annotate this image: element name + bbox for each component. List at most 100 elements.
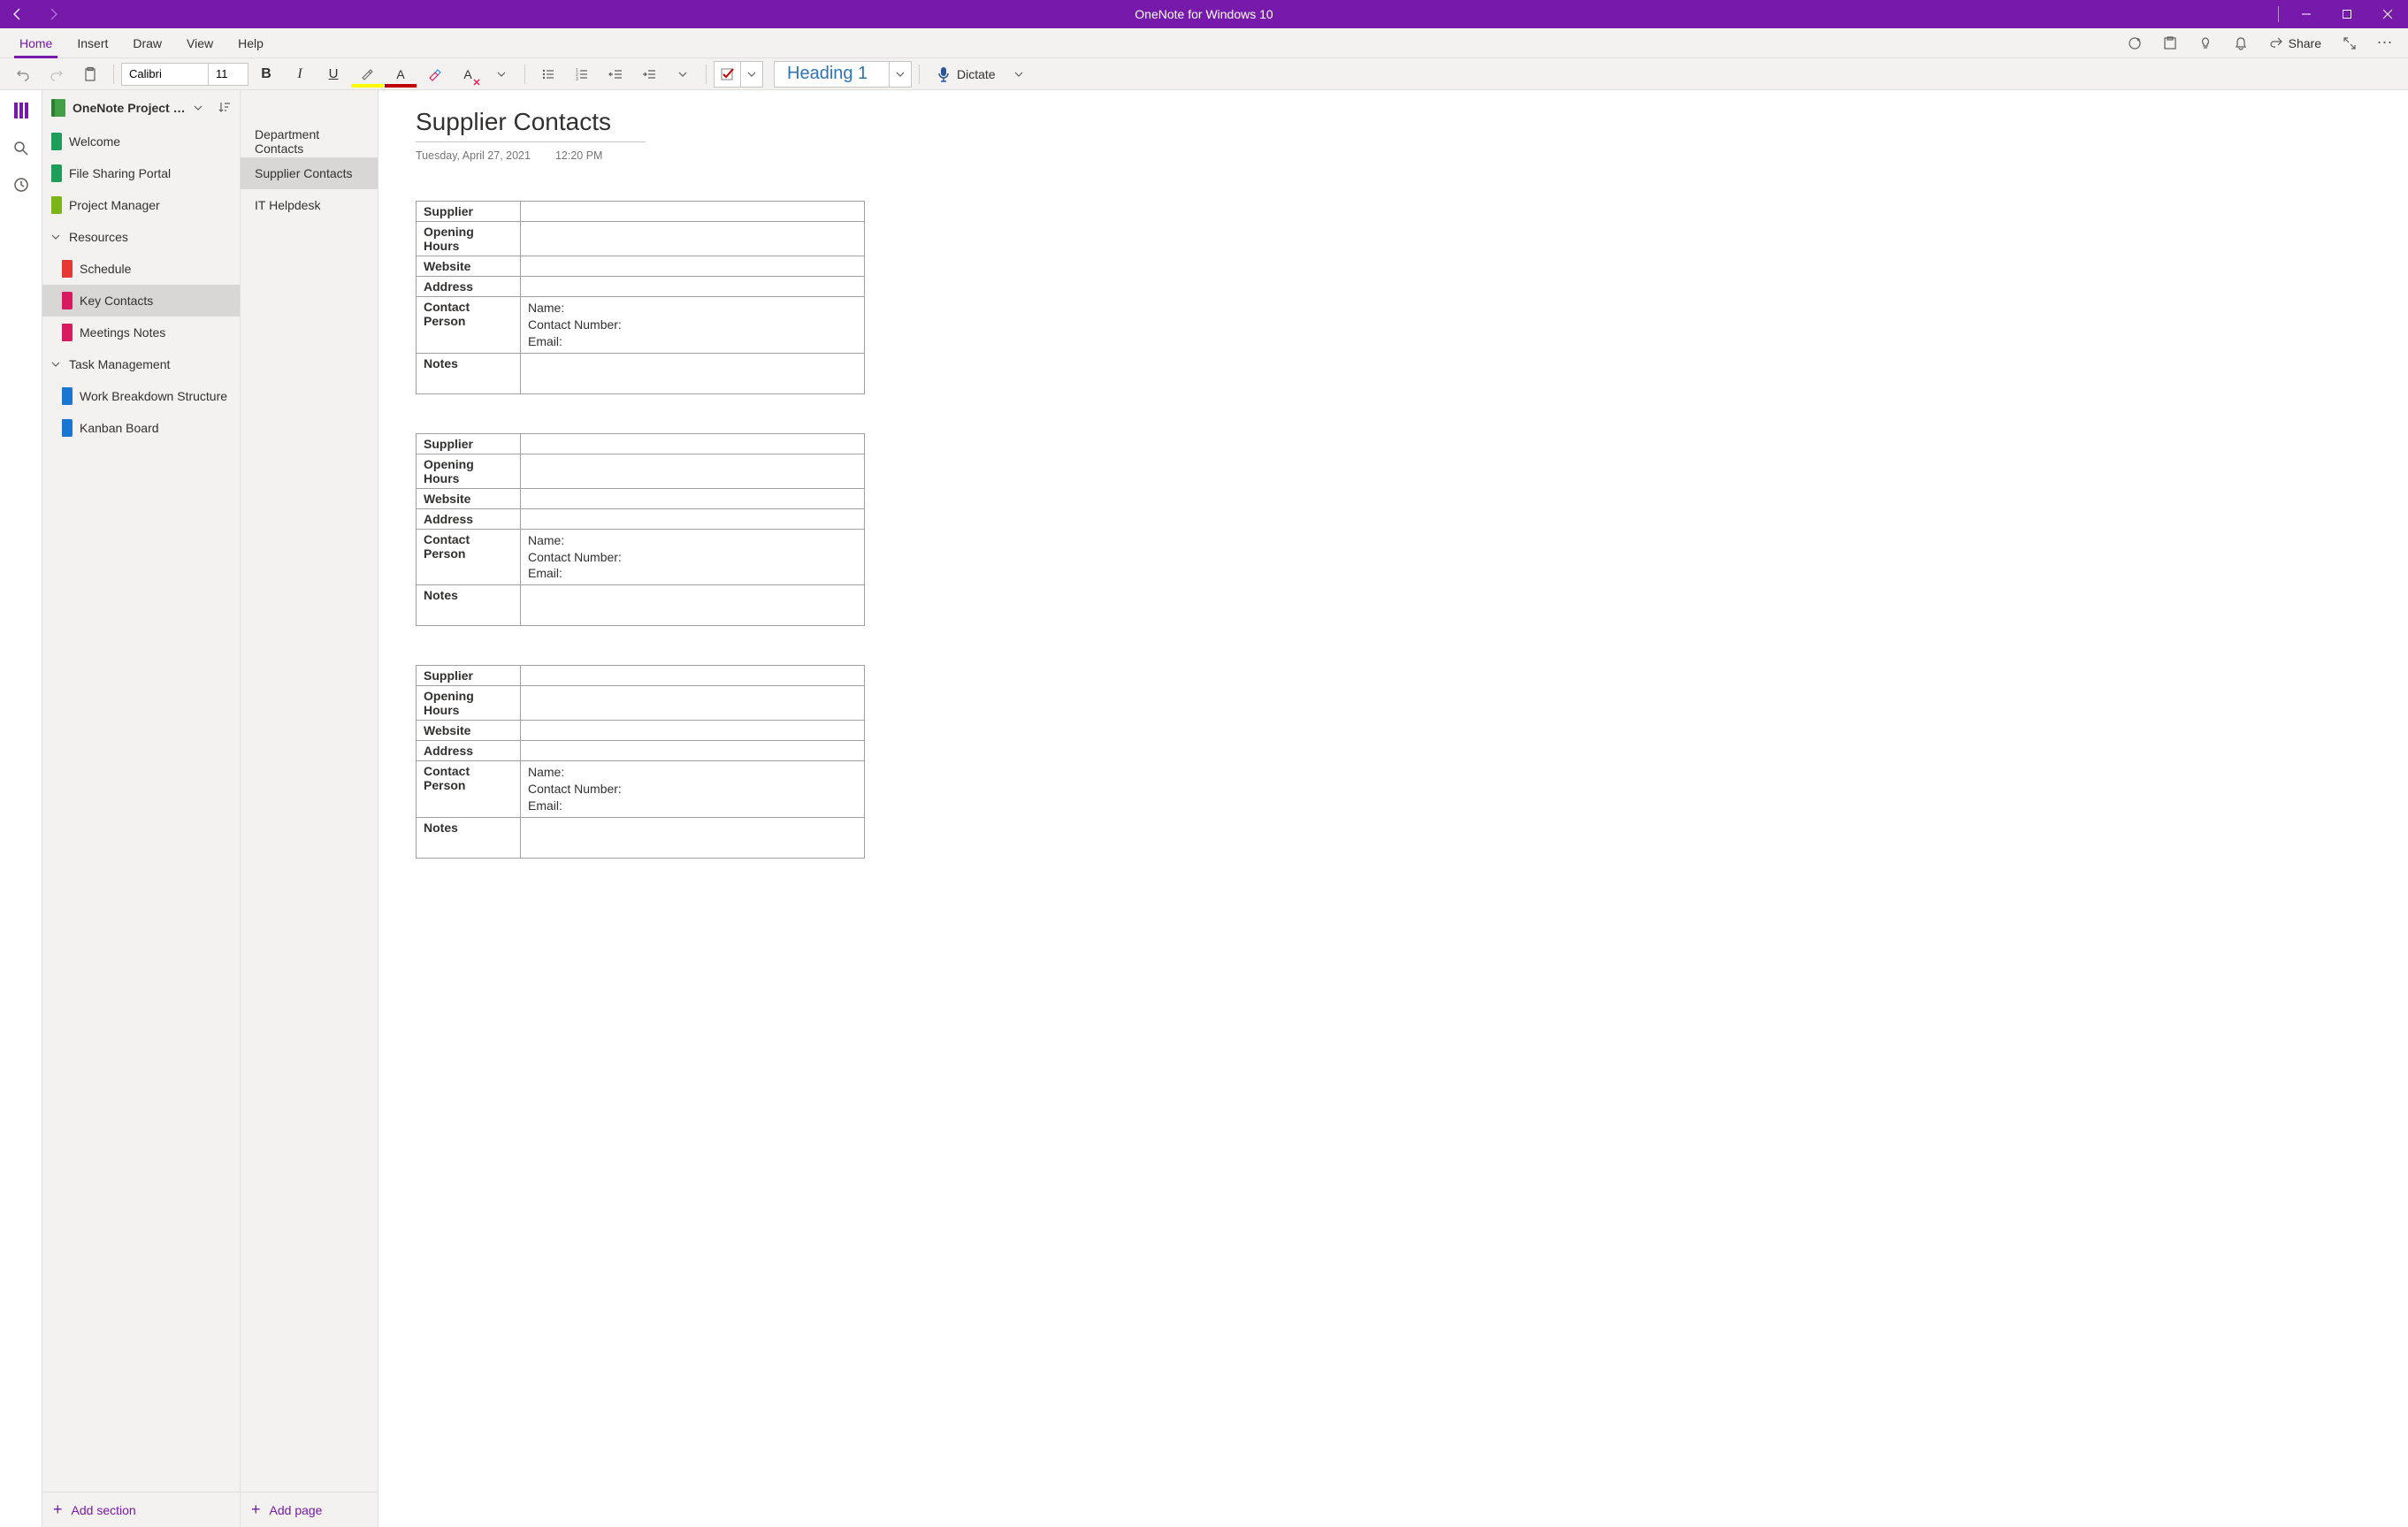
table-cell[interactable]: Name:Contact Number:Email: — [521, 297, 865, 354]
clipboard-button[interactable] — [74, 61, 106, 88]
supplier-table[interactable]: Supplier Opening Hours Website Address C… — [416, 201, 2371, 394]
ribbon-tab-draw[interactable]: Draw — [120, 28, 174, 58]
notifications-icon[interactable] — [2225, 28, 2257, 58]
redo-button[interactable] — [41, 61, 73, 88]
section-item[interactable]: Meetings Notes — [42, 317, 240, 348]
notebook-header[interactable]: OneNote Project Management — [42, 90, 240, 126]
page-canvas[interactable]: Supplier Contacts Tuesday, April 27, 202… — [378, 90, 2408, 1527]
add-page-button[interactable]: + Add page — [241, 1492, 378, 1527]
dictate-button[interactable]: Dictate — [927, 61, 1006, 88]
ribbon-tab-home[interactable]: Home — [7, 28, 65, 58]
table-cell[interactable] — [521, 721, 865, 741]
indent-button[interactable] — [633, 61, 665, 88]
bold-button[interactable]: B — [250, 61, 282, 88]
highlight-button[interactable] — [351, 61, 383, 88]
svg-text:3: 3 — [576, 77, 578, 81]
table-cell[interactable] — [521, 433, 865, 454]
sync-icon[interactable] — [2119, 28, 2151, 58]
search-icon[interactable] — [13, 141, 29, 161]
sort-icon[interactable] — [218, 101, 231, 116]
table-cell[interactable]: Name:Contact Number:Email: — [521, 761, 865, 818]
table-cell[interactable] — [521, 256, 865, 277]
section-label: Project Manager — [69, 198, 160, 212]
page-item[interactable]: Supplier Contacts — [241, 157, 378, 189]
more-options-button[interactable]: ⋯ — [2369, 28, 2401, 58]
ribbon-tab-insert[interactable]: Insert — [65, 28, 120, 58]
page-item[interactable]: IT Helpdesk — [241, 189, 378, 221]
paragraph-dropdown[interactable] — [667, 61, 699, 88]
table-cell[interactable] — [521, 277, 865, 297]
table-cell[interactable] — [521, 202, 865, 222]
section-color-icon — [51, 133, 62, 150]
font-size-input[interactable]: 11 — [209, 64, 248, 85]
section-item[interactable]: File Sharing Portal — [42, 157, 240, 189]
section-item[interactable]: Work Breakdown Structure — [42, 380, 240, 412]
lightbulb-icon[interactable] — [2190, 28, 2221, 58]
table-label: Website — [417, 256, 521, 277]
notebooks-icon[interactable] — [11, 101, 31, 125]
supplier-table[interactable]: Supplier Opening Hours Website Address C… — [416, 665, 2371, 859]
ribbon-tab-help[interactable]: Help — [226, 28, 276, 58]
italic-button[interactable]: I — [284, 61, 316, 88]
font-color-button[interactable]: A — [385, 61, 417, 88]
table-cell[interactable]: Name:Contact Number:Email: — [521, 529, 865, 585]
share-button[interactable]: Share — [2260, 28, 2330, 58]
tags-dropdown[interactable] — [741, 70, 762, 79]
table-label: Address — [417, 508, 521, 529]
clear-formatting-button[interactable] — [418, 61, 450, 88]
section-item[interactable]: Task Management — [42, 348, 240, 380]
table-cell[interactable] — [521, 222, 865, 256]
table-cell[interactable] — [521, 741, 865, 761]
page-time: 12:20 PM — [555, 149, 603, 162]
section-item[interactable]: Resources — [42, 221, 240, 253]
page-item[interactable]: Department Contacts — [241, 126, 378, 157]
table-cell[interactable] — [521, 488, 865, 508]
table-cell[interactable] — [521, 353, 865, 393]
table-cell[interactable] — [521, 666, 865, 686]
recent-icon[interactable] — [13, 177, 29, 197]
table-cell[interactable] — [521, 818, 865, 859]
add-section-button[interactable]: + Add section — [42, 1492, 240, 1527]
pages-panel: Department ContactsSupplier ContactsIT H… — [241, 90, 378, 1527]
supplier-table[interactable]: Supplier Opening Hours Website Address C… — [416, 433, 2371, 627]
style-name: Heading 1 — [775, 62, 890, 87]
table-cell[interactable] — [521, 454, 865, 488]
feed-icon[interactable] — [2154, 28, 2186, 58]
section-item[interactable]: Schedule — [42, 253, 240, 285]
section-item[interactable]: Welcome — [42, 126, 240, 157]
section-item[interactable]: Kanban Board — [42, 412, 240, 444]
numbering-button[interactable]: 123 — [566, 61, 598, 88]
back-button[interactable] — [0, 0, 35, 28]
table-cell[interactable] — [521, 585, 865, 626]
table-cell[interactable] — [521, 686, 865, 721]
title-divider — [2278, 6, 2279, 22]
dictate-dropdown[interactable] — [1008, 70, 1029, 79]
ribbon-tab-view[interactable]: View — [174, 28, 226, 58]
section-color-icon — [51, 196, 62, 214]
minimize-button[interactable] — [2286, 0, 2327, 28]
font-selector[interactable]: Calibri 11 — [121, 63, 248, 86]
styles-dropdown[interactable] — [890, 70, 911, 79]
section-item[interactable]: Project Manager — [42, 189, 240, 221]
bullets-button[interactable] — [532, 61, 564, 88]
add-section-label: Add section — [72, 1503, 136, 1517]
undo-button[interactable] — [7, 61, 39, 88]
table-cell[interactable] — [521, 508, 865, 529]
table-label: Notes — [417, 818, 521, 859]
outdent-button[interactable] — [600, 61, 631, 88]
app-title: OneNote for Windows 10 — [0, 7, 2408, 21]
fullscreen-icon[interactable] — [2334, 28, 2366, 58]
table-label: Contact Person — [417, 297, 521, 354]
page-title[interactable]: Supplier Contacts — [416, 108, 646, 142]
tags-selector[interactable] — [714, 61, 763, 88]
section-item[interactable]: Key Contacts — [42, 285, 240, 317]
section-color-icon — [62, 324, 73, 341]
underline-button[interactable]: U — [317, 61, 349, 88]
maximize-button[interactable] — [2327, 0, 2367, 28]
more-formatting-dropdown[interactable] — [485, 61, 517, 88]
font-name-input[interactable]: Calibri — [122, 64, 209, 85]
forward-button[interactable] — [35, 0, 71, 28]
styles-selector[interactable]: Heading 1 — [774, 61, 912, 88]
format-painter-button[interactable]: A — [452, 61, 484, 88]
close-button[interactable] — [2367, 0, 2408, 28]
